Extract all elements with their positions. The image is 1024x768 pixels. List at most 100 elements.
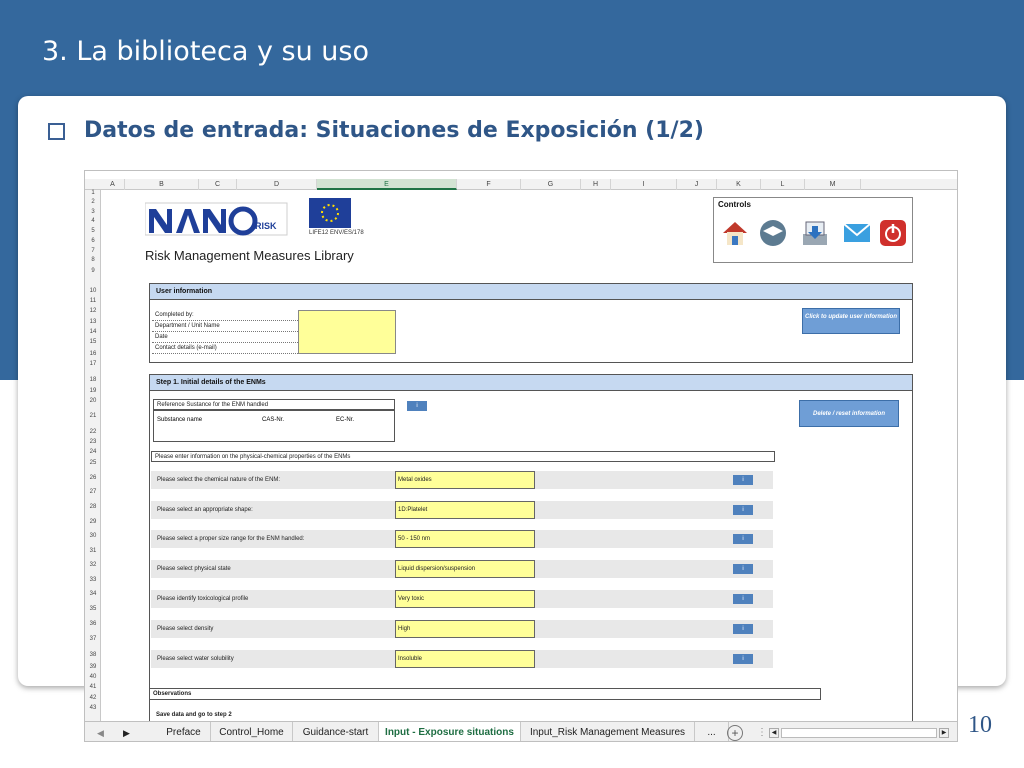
row-number[interactable]: 6 [85, 238, 101, 244]
row-number[interactable]: 13 [85, 319, 101, 325]
question-value-select[interactable]: 50 - 150 nm [395, 530, 535, 548]
question-value-select[interactable]: Metal oxides [395, 471, 535, 489]
row-number[interactable]: 16 [85, 351, 101, 357]
row-number[interactable]: 42 [85, 695, 101, 701]
info-button[interactable]: i [733, 654, 753, 664]
col-E[interactable]: E [317, 179, 457, 190]
col-K[interactable]: K [717, 179, 761, 190]
info-button[interactable]: i [733, 594, 753, 604]
question-value-select[interactable]: Insoluble [395, 650, 535, 668]
info-button[interactable]: i [733, 564, 753, 574]
tab-control-home[interactable]: Control_Home [211, 722, 293, 741]
row-number[interactable]: 37 [85, 636, 101, 642]
home-icon[interactable] [720, 218, 750, 248]
question-value-select[interactable]: 1D:Platelet [395, 501, 535, 519]
delete-reset-button[interactable]: Delete / reset information [799, 400, 899, 427]
row-number[interactable]: 27 [85, 489, 101, 495]
row-number[interactable]: 17 [85, 361, 101, 367]
row-number[interactable]: 43 [85, 705, 101, 711]
save-step-label[interactable]: Save data and go to step 2 [153, 710, 393, 721]
tab-preface[interactable]: Preface [157, 722, 211, 741]
row-number[interactable]: 40 [85, 674, 101, 680]
row-number[interactable]: 35 [85, 606, 101, 612]
question-value-select[interactable]: Very toxic [395, 590, 535, 608]
row-number[interactable]: 41 [85, 684, 101, 690]
row-number[interactable]: 30 [85, 533, 101, 539]
row-header: 1 2 3 4 5 6 7 8 9 10 11 12 13 14 15 16 17 18 19 20 21 22 23 24 2… [85, 190, 101, 724]
row-number[interactable]: 4 [85, 218, 101, 224]
row-number[interactable]: 7 [85, 248, 101, 254]
question-value-select[interactable]: High [395, 620, 535, 638]
row-number[interactable]: 8 [85, 257, 101, 263]
col-L[interactable]: L [761, 179, 805, 190]
tab-more[interactable]: ... [695, 722, 729, 741]
scroll-right-icon[interactable]: ▶ [939, 728, 949, 738]
ref-info-button[interactable]: i [407, 401, 427, 411]
col-B[interactable]: B [125, 179, 199, 190]
row-number[interactable]: 34 [85, 591, 101, 597]
col-F[interactable]: F [457, 179, 521, 190]
tab-next-icon[interactable]: ▶ [123, 722, 130, 741]
row-number[interactable]: 14 [85, 329, 101, 335]
col-D[interactable]: D [237, 179, 317, 190]
question-value-select[interactable]: Liquid dispersion/suspension [395, 560, 535, 578]
row-number[interactable]: 21 [85, 413, 101, 419]
substance-table: Substance name CAS-Nr. EC-Nr. [153, 410, 395, 442]
download-icon[interactable] [800, 218, 830, 248]
row-number[interactable]: 15 [85, 339, 101, 345]
info-button[interactable]: i [733, 534, 753, 544]
tab-prev-icon[interactable]: ◀ [97, 722, 104, 741]
row-number[interactable]: 1 [85, 190, 101, 196]
col-J[interactable]: J [677, 179, 717, 190]
tab-input-rmm[interactable]: Input_Risk Management Measures [521, 722, 695, 741]
question-row: Please select a proper size range for th… [151, 530, 773, 548]
tutorial-icon[interactable] [758, 218, 788, 248]
row-number[interactable]: 20 [85, 398, 101, 404]
row-number[interactable]: 10 [85, 288, 101, 294]
col-H[interactable]: H [581, 179, 611, 190]
row-number[interactable]: 12 [85, 308, 101, 314]
row-number[interactable]: 32 [85, 562, 101, 568]
update-user-button[interactable]: Click to update user information [802, 308, 900, 334]
scroll-left-icon[interactable]: ◀ [769, 728, 779, 738]
tab-input-exposure[interactable]: Input - Exposure situations [379, 722, 521, 741]
col-I[interactable]: I [611, 179, 677, 190]
info-button[interactable]: i [733, 505, 753, 515]
col-M[interactable]: M [805, 179, 861, 190]
info-button[interactable]: i [733, 624, 753, 634]
row-number[interactable]: 23 [85, 439, 101, 445]
page-number: 10 [968, 712, 992, 738]
row-number[interactable]: 5 [85, 228, 101, 234]
row-number[interactable]: 18 [85, 377, 101, 383]
col-C[interactable]: C [199, 179, 237, 190]
row-number[interactable]: 26 [85, 475, 101, 481]
power-icon[interactable] [878, 218, 908, 248]
row-number[interactable]: 3 [85, 209, 101, 215]
more-options-icon[interactable]: ⋮ [757, 722, 767, 741]
row-number[interactable]: 22 [85, 429, 101, 435]
row-number[interactable]: 28 [85, 504, 101, 510]
row-number[interactable]: 2 [85, 199, 101, 205]
row-number[interactable]: 39 [85, 664, 101, 670]
row-number[interactable]: 33 [85, 577, 101, 583]
user-info-inputs[interactable] [298, 310, 396, 354]
row-number[interactable]: 31 [85, 548, 101, 554]
info-button[interactable]: i [733, 475, 753, 485]
mail-icon[interactable] [842, 218, 872, 248]
cas-col: CAS-Nr. [262, 417, 285, 423]
col-A[interactable]: A [101, 179, 125, 190]
row-number[interactable]: 24 [85, 449, 101, 455]
row-number[interactable]: 9 [85, 268, 101, 274]
row-number[interactable]: 29 [85, 519, 101, 525]
slide-subtitle: Datos de entrada: Situaciones de Exposic… [84, 118, 704, 143]
row-number[interactable]: 38 [85, 652, 101, 658]
tab-guidance-start[interactable]: Guidance-start [293, 722, 379, 741]
row-number[interactable]: 36 [85, 621, 101, 627]
add-sheet-icon[interactable]: + [727, 725, 743, 741]
field-completed-by: Completed by: [152, 310, 298, 321]
row-number[interactable]: 19 [85, 388, 101, 394]
row-number[interactable]: 11 [85, 298, 101, 304]
col-G[interactable]: G [521, 179, 581, 190]
horizontal-scrollbar[interactable] [781, 728, 937, 738]
row-number[interactable]: 25 [85, 460, 101, 466]
